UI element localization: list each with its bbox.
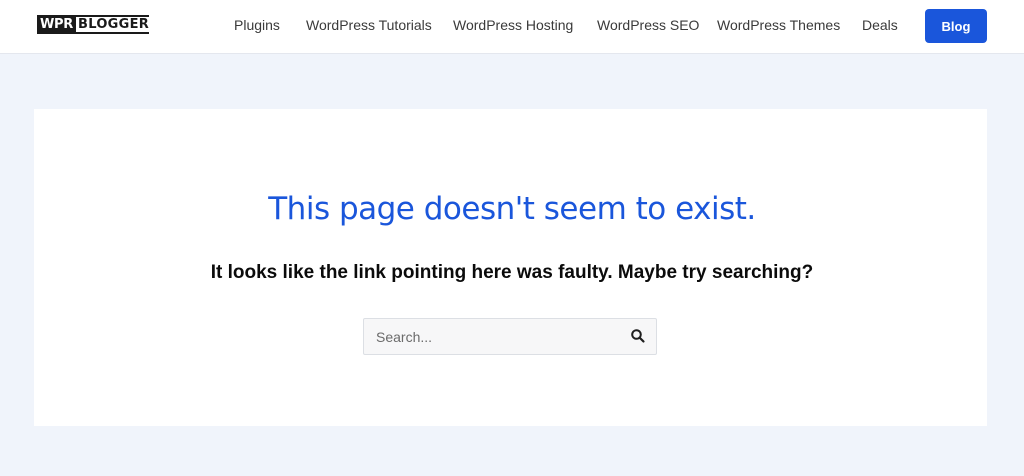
page-title: This page doesn't seem to exist. — [268, 191, 756, 227]
search-form — [363, 318, 657, 355]
logo-blogger-text: BLOGGER — [75, 15, 150, 34]
nav-item-deals[interactable]: Deals — [862, 17, 898, 34]
nav-item-plugins[interactable]: Plugins — [234, 17, 280, 34]
nav-item-wordpress-themes[interactable]: WordPress Themes — [717, 17, 840, 34]
nav-item-wordpress-seo[interactable]: WordPress SEO — [597, 17, 699, 34]
search-input[interactable] — [364, 319, 614, 354]
search-icon[interactable] — [630, 328, 646, 344]
blog-button[interactable]: Blog — [925, 9, 987, 43]
logo-wpr-text: WPR — [37, 15, 76, 34]
error-message: It looks like the link pointing here was… — [210, 262, 814, 283]
site-logo[interactable]: WPR BLOGGER — [37, 15, 150, 34]
site-header: WPR BLOGGER Plugins WordPress Tutorials … — [0, 0, 1024, 54]
nav-item-wordpress-tutorials[interactable]: WordPress Tutorials — [306, 17, 432, 34]
nav-item-wordpress-hosting[interactable]: WordPress Hosting — [453, 17, 573, 34]
search-icon-graphic — [631, 329, 645, 343]
